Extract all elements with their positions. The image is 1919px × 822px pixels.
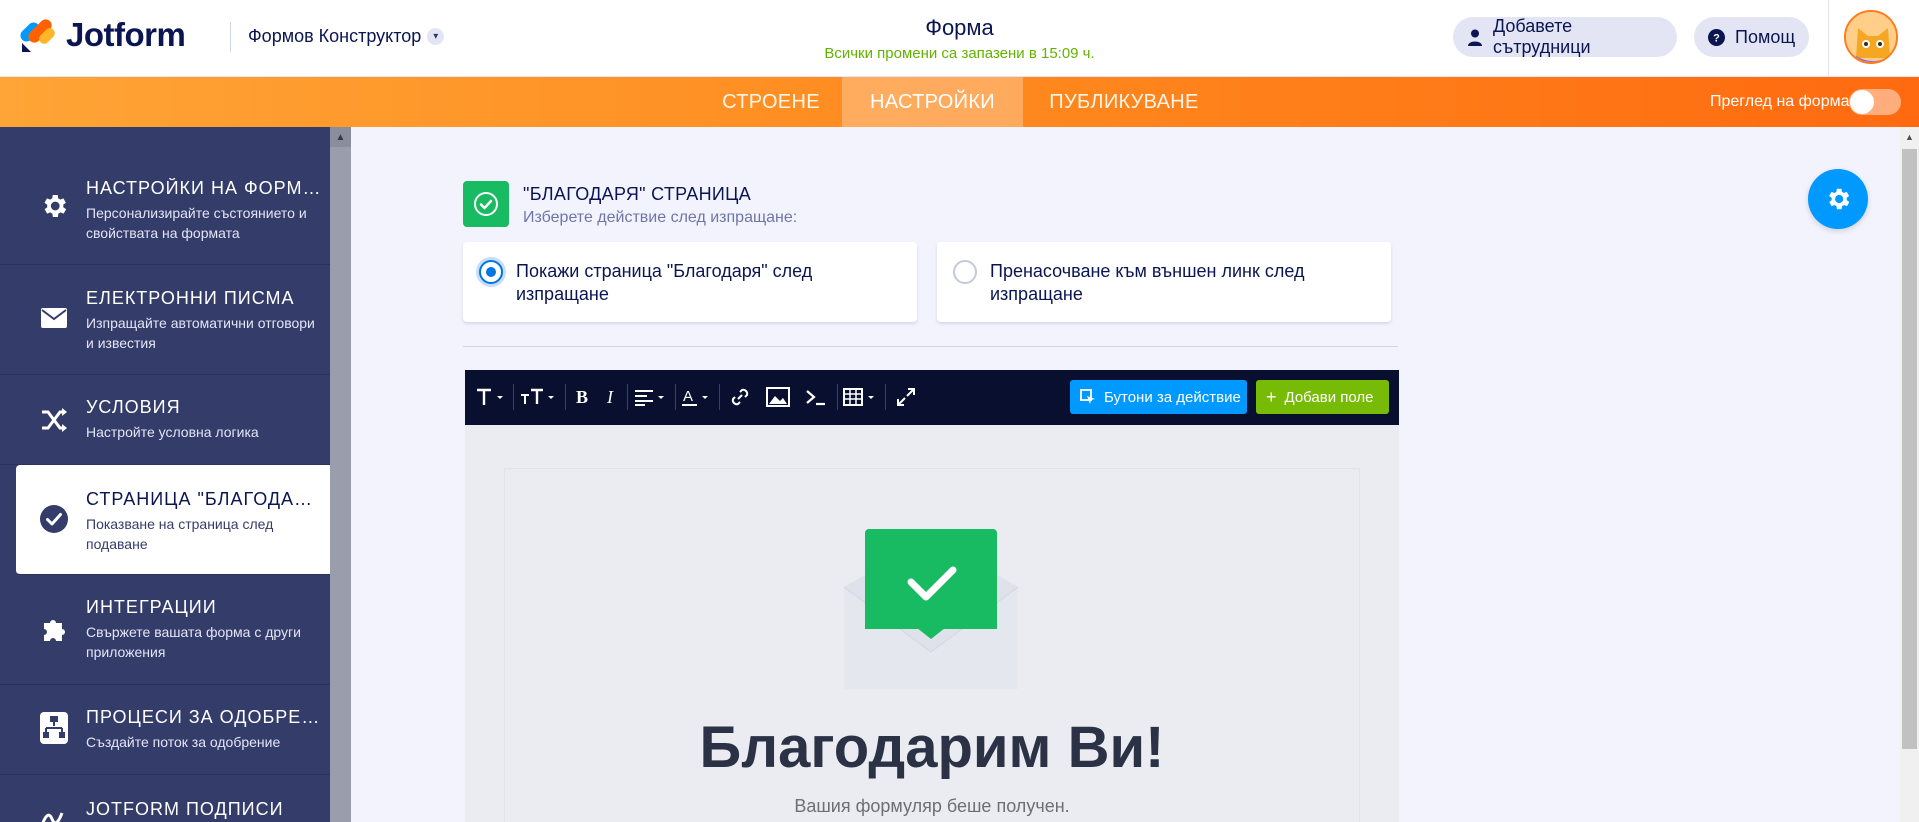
svg-text:?: ? <box>1713 32 1720 44</box>
link-icon[interactable] <box>725 385 755 409</box>
table-icon[interactable] <box>843 385 879 409</box>
shuffle-icon <box>38 404 70 436</box>
sidebar-item-thank-you-page[interactable]: СТРАНИЦА "БЛАГОДАРЯ" Показване на страни… <box>16 465 330 575</box>
image-icon[interactable] <box>763 385 793 409</box>
tab-publish[interactable]: ПУБЛИКУВАНЕ <box>1030 77 1218 127</box>
builder-nav-bar: СТРОЕНЕ НАСТРОЙКИ ПУБЛИКУВАНЕ Преглед на… <box>0 77 1919 127</box>
flow-icon <box>38 712 70 744</box>
sidebar-item-approval-flows[interactable]: ПРОЦЕСИ ЗА ОДОБРЕНИЕ Създайте поток за о… <box>0 685 330 775</box>
sidebar-item-title: СТРАНИЦА "БЛАГОДАРЯ" <box>86 489 322 509</box>
align-icon[interactable] <box>633 385 669 409</box>
sidebar-item-desc: Настройте условна логика <box>86 424 259 440</box>
section-title: "БЛАГОДАРЯ" СТРАНИЦА <box>523 184 752 204</box>
scroll-up-icon[interactable]: ▲ <box>330 127 351 147</box>
help-label: Помощ <box>1735 26 1796 47</box>
sidebar-item-emails[interactable]: ЕЛЕКТРОННИ ПИСМА Изпращайте автоматични … <box>0 265 330 375</box>
thank-you-settings-button[interactable] <box>1808 169 1868 229</box>
option-label: Покажи страница "Благодаря" след изпраща… <box>516 261 813 304</box>
thank-you-heading[interactable]: Благодарим Ви! <box>505 714 1359 781</box>
sidebar-item-desc: Персонализирайте състоянието и свойстват… <box>86 205 307 241</box>
sidebar-item-desc: Показване на страница след подаване <box>86 516 274 552</box>
sidebar-item-desc: Създайте поток за одобрение <box>86 734 281 750</box>
avatar[interactable] <box>1844 10 1898 64</box>
envelope-check-icon <box>843 527 1019 691</box>
received-text[interactable]: Вашия формуляр беше получен. <box>505 796 1359 817</box>
form-preview-label: Преглед на форма <box>1710 93 1850 110</box>
sidebar-item-desc: Свържете вашата форма с други приложения <box>86 624 301 660</box>
chevron-down-icon: ▾ <box>427 28 445 45</box>
plus-icon: + <box>1266 387 1277 407</box>
sidebar-scrollbar[interactable]: ▲ <box>330 127 351 822</box>
signature-icon <box>38 801 70 822</box>
radio-show-thank-you[interactable] <box>479 260 503 284</box>
text-color-icon[interactable]: A <box>681 385 713 409</box>
add-collaborators-button[interactable]: Добавете сътрудници <box>1453 16 1677 57</box>
thank-you-check-icon <box>463 181 509 227</box>
code-icon[interactable] <box>801 385 831 409</box>
toggle-knob <box>1850 90 1874 114</box>
option-show-thank-you-page[interactable]: Покажи страница "Благодаря" след изпраща… <box>463 242 917 322</box>
sidebar-item-form-settings[interactable]: НАСТРОЙКИ НА ФОРМАТА Персонализирайте съ… <box>0 127 330 265</box>
form-builder-menu[interactable]: Формов Конструктор ▾ <box>248 26 445 47</box>
sidebar-item-integrations[interactable]: ИНТЕГРАЦИИ Свържете вашата форма с други… <box>0 575 330 685</box>
sidebar-item-title: ИНТЕГРАЦИИ <box>86 597 217 617</box>
sidebar-item-desc: Изпращайте автоматични отговори и извест… <box>86 315 315 351</box>
svg-text:A: A <box>683 388 693 405</box>
sidebar-item-title: JOTFORM ПОДПИСИ <box>86 799 284 819</box>
form-builder-label: Формов Конструктор <box>248 26 422 46</box>
jotform-logo-icon <box>17 16 57 53</box>
section-subtitle: Изберете действие след изпращане: <box>523 209 798 226</box>
section-divider <box>463 346 1398 347</box>
expand-icon[interactable] <box>891 385 921 409</box>
sidebar-item-title: УСЛОВИЯ <box>86 397 181 417</box>
logo-text: Jotform <box>66 16 186 53</box>
cat-avatar-icon <box>1846 12 1896 62</box>
cursor-click-icon <box>1080 389 1096 405</box>
sidebar-item-title: ПРОЦЕСИ ЗА ОДОБРЕНИЕ <box>86 707 322 727</box>
help-button[interactable]: ? Помощ <box>1694 17 1809 57</box>
bold-icon[interactable]: B <box>571 385 593 409</box>
add-collaborators-label: Добавете сътрудници <box>1493 16 1591 57</box>
header-divider-right <box>1828 0 1829 77</box>
gear-icon <box>38 190 70 222</box>
font-size-icon[interactable] <box>519 385 559 409</box>
check-circle-icon <box>38 503 70 535</box>
gear-icon <box>1824 185 1852 213</box>
font-family-icon[interactable] <box>475 385 507 409</box>
top-header: Jotform Формов Конструктор ▾ Форма Всичк… <box>0 0 1919 77</box>
radio-redirect-link[interactable] <box>953 260 977 284</box>
jotform-logo[interactable]: Jotform <box>17 16 186 53</box>
tab-build[interactable]: СТРОЕНЕ <box>705 77 837 127</box>
add-field-button[interactable]: + Добави поле <box>1256 380 1389 414</box>
option-label: Пренасочване към външен линк след изпращ… <box>990 261 1305 304</box>
settings-sidebar: НАСТРОЙКИ НА ФОРМАТА Персонализирайте съ… <box>0 127 330 822</box>
header-divider <box>230 22 231 52</box>
action-buttons-label: Бутони за действие <box>1104 388 1241 406</box>
sidebar-item-title: НАСТРОЙКИ НА ФОРМАТА <box>86 178 322 198</box>
sidebar-item-title: ЕЛЕКТРОННИ ПИСМА <box>86 288 295 308</box>
user-icon <box>1467 29 1483 46</box>
sidebar-item-jotform-signatures[interactable]: JOTFORM ПОДПИСИ <box>0 775 330 822</box>
question-icon: ? <box>1708 28 1725 46</box>
tab-settings[interactable]: НАСТРОЙКИ <box>842 77 1023 127</box>
sidebar-item-conditions[interactable]: УСЛОВИЯ Настройте условна логика <box>0 375 330 465</box>
main-scrollbar[interactable]: ▲ <box>1900 127 1919 822</box>
envelope-icon <box>38 302 70 334</box>
action-buttons-button[interactable]: Бутони за действие <box>1070 380 1247 414</box>
puzzle-icon <box>38 613 70 645</box>
scroll-up-icon[interactable]: ▲ <box>1900 127 1919 147</box>
italic-icon[interactable]: I <box>599 385 621 409</box>
scrollbar-thumb[interactable] <box>1902 149 1917 749</box>
add-field-label: Добави поле <box>1284 388 1374 406</box>
option-redirect-external-link[interactable]: Пренасочване към външен линк след изпращ… <box>937 242 1391 322</box>
form-preview-toggle[interactable] <box>1849 89 1901 115</box>
